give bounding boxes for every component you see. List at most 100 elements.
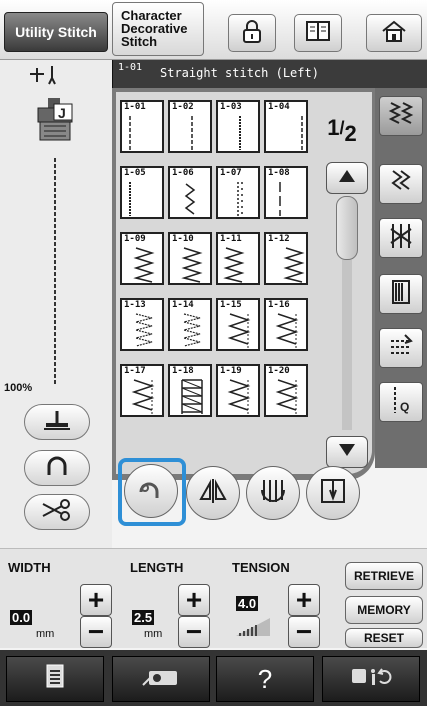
stitch-code: 1-04 xyxy=(268,102,290,112)
straight-left-stitch-icon xyxy=(129,116,131,150)
stitch-code: 1-11 xyxy=(220,234,242,244)
tension-minus-button[interactable]: − xyxy=(288,616,320,648)
mirror-icon xyxy=(198,477,228,510)
length-minus-button[interactable]: − xyxy=(178,616,210,648)
decorative-category-icon xyxy=(387,221,415,256)
retrieve-button[interactable]: RETRIEVE xyxy=(345,562,423,590)
stitch-tile-1-01[interactable]: 1-01 xyxy=(120,100,164,153)
needle-icon xyxy=(318,476,348,511)
tension-gauge-icon xyxy=(236,616,272,641)
category-satin-tab[interactable] xyxy=(379,274,423,314)
memory-button[interactable]: MEMORY xyxy=(345,596,423,624)
length-value: 2.5 xyxy=(132,610,155,625)
width-label: WIDTH xyxy=(8,560,51,575)
stitch-tile-1-06[interactable]: 1-06 xyxy=(168,166,212,219)
stitch-tile-1-10[interactable]: 1-10 xyxy=(168,232,212,285)
twin-needle-button[interactable] xyxy=(246,466,300,520)
stitch-tile-1-05[interactable]: 1-05 xyxy=(120,166,164,219)
width-plus-button[interactable]: + xyxy=(80,584,112,616)
stitch-tile-1-07[interactable]: 1-07 xyxy=(216,166,260,219)
category-decorative-tab[interactable] xyxy=(379,218,423,258)
overcasting-stitch-icon xyxy=(131,379,155,414)
stitch-code: 1-14 xyxy=(172,300,194,310)
triple-left-stitch-icon xyxy=(129,182,131,216)
triangle-down-icon xyxy=(338,443,356,462)
camera-button[interactable] xyxy=(112,656,210,702)
category-cross-tab[interactable] xyxy=(379,328,423,368)
presser-foot-lift-button[interactable] xyxy=(24,404,90,440)
stitch-tile-1-03[interactable]: 1-03 xyxy=(216,100,260,153)
stitch-code: 1-16 xyxy=(268,300,290,310)
selected-stitch-code: 1-01 xyxy=(118,62,143,73)
mirror-image-button[interactable] xyxy=(186,466,240,520)
width-value: 0.0 xyxy=(10,610,33,625)
scissors-button[interactable] xyxy=(24,494,90,530)
length-unit: mm xyxy=(144,628,163,640)
stitch-preview xyxy=(50,158,60,391)
plus-icon: + xyxy=(295,584,313,615)
stitch-code: 1-15 xyxy=(220,300,242,310)
stitch-tile-1-12[interactable]: 1-12 xyxy=(264,232,308,285)
stitch-code: 1-06 xyxy=(172,168,194,178)
3step-zigzag-stitch-icon xyxy=(183,313,201,347)
width-minus-button[interactable]: − xyxy=(80,616,112,648)
help-button[interactable]: ? xyxy=(216,656,314,702)
free-motion-button[interactable] xyxy=(124,464,178,518)
basting-stitch-icon xyxy=(279,182,281,216)
stitch-code: 1-05 xyxy=(124,168,146,178)
home-button[interactable] xyxy=(366,14,422,52)
stitch-tile-1-15[interactable]: 1-15 xyxy=(216,298,260,351)
overcasting-ladder-stitch-icon xyxy=(181,379,203,414)
zigzag-left-stitch-icon xyxy=(223,247,245,283)
stitch-tile-1-20[interactable]: 1-20 xyxy=(264,364,308,417)
free-motion-icon xyxy=(135,476,167,507)
tab-character-decorative-stitch[interactable]: Character Decorative Stitch xyxy=(112,2,204,56)
stitch-code: 1-12 xyxy=(268,234,290,244)
stitch-tile-1-02[interactable]: 1-02 xyxy=(168,100,212,153)
reset-button[interactable]: RESET xyxy=(345,628,423,648)
svg-text:J: J xyxy=(58,105,66,121)
single-needle-button[interactable] xyxy=(306,466,360,520)
stitch-tile-1-13[interactable]: 1-13 xyxy=(120,298,164,351)
scissors-icon xyxy=(41,498,73,526)
needle-up-down-icon xyxy=(44,455,70,482)
stitch-tile-1-14[interactable]: 1-14 xyxy=(168,298,212,351)
scrollbar-thumb[interactable] xyxy=(336,196,358,260)
stitch-tile-1-16[interactable]: 1-16 xyxy=(264,298,308,351)
decorative-straight-stitch-icon xyxy=(237,182,243,216)
category-utility-tab[interactable] xyxy=(379,96,423,136)
stitch-code: 1-18 xyxy=(172,366,194,376)
plus-icon: + xyxy=(87,584,105,615)
settings-button[interactable] xyxy=(322,656,420,702)
lock-button[interactable] xyxy=(228,14,276,52)
stitch-tile-1-11[interactable]: 1-11 xyxy=(216,232,260,285)
scroll-down-button[interactable] xyxy=(326,436,368,468)
stitch-tile-1-09[interactable]: 1-09 xyxy=(120,232,164,285)
tension-value: 4.0 xyxy=(236,596,259,611)
straight-right-stitch-icon xyxy=(301,116,303,150)
tension-plus-button[interactable]: + xyxy=(288,584,320,616)
stitch-tile-1-18[interactable]: 1-18 xyxy=(168,364,212,417)
stitch-code: 1-08 xyxy=(268,168,290,178)
stitch-tile-1-17[interactable]: 1-17 xyxy=(120,364,164,417)
triangle-up-icon xyxy=(338,169,356,188)
length-plus-button[interactable]: + xyxy=(178,584,210,616)
svg-text:Q: Q xyxy=(400,400,409,414)
category-buttonhole-tab[interactable] xyxy=(379,164,423,204)
scrollbar-track[interactable] xyxy=(342,260,352,430)
category-quilt-tab[interactable]: Q xyxy=(379,382,423,422)
overcasting-stitch-icon xyxy=(275,313,299,348)
document-button[interactable] xyxy=(6,656,104,702)
plus-icon: + xyxy=(185,584,203,615)
stitch-code: 1-07 xyxy=(220,168,242,178)
stitch-tile-1-08[interactable]: 1-08 xyxy=(264,166,308,219)
scroll-up-button[interactable] xyxy=(326,162,368,194)
stitch-tile-1-19[interactable]: 1-19 xyxy=(216,364,260,417)
needle-stop-position-button[interactable] xyxy=(24,450,90,486)
stitch-code: 1-10 xyxy=(172,234,194,244)
stitch-tile-1-04[interactable]: 1-04 xyxy=(264,100,308,153)
tab-utility-stitch[interactable]: Utility Stitch xyxy=(4,12,108,52)
manual-button[interactable] xyxy=(294,14,342,52)
stitch-code: 1-01 xyxy=(124,102,146,112)
twin-needle-icon xyxy=(258,476,288,511)
